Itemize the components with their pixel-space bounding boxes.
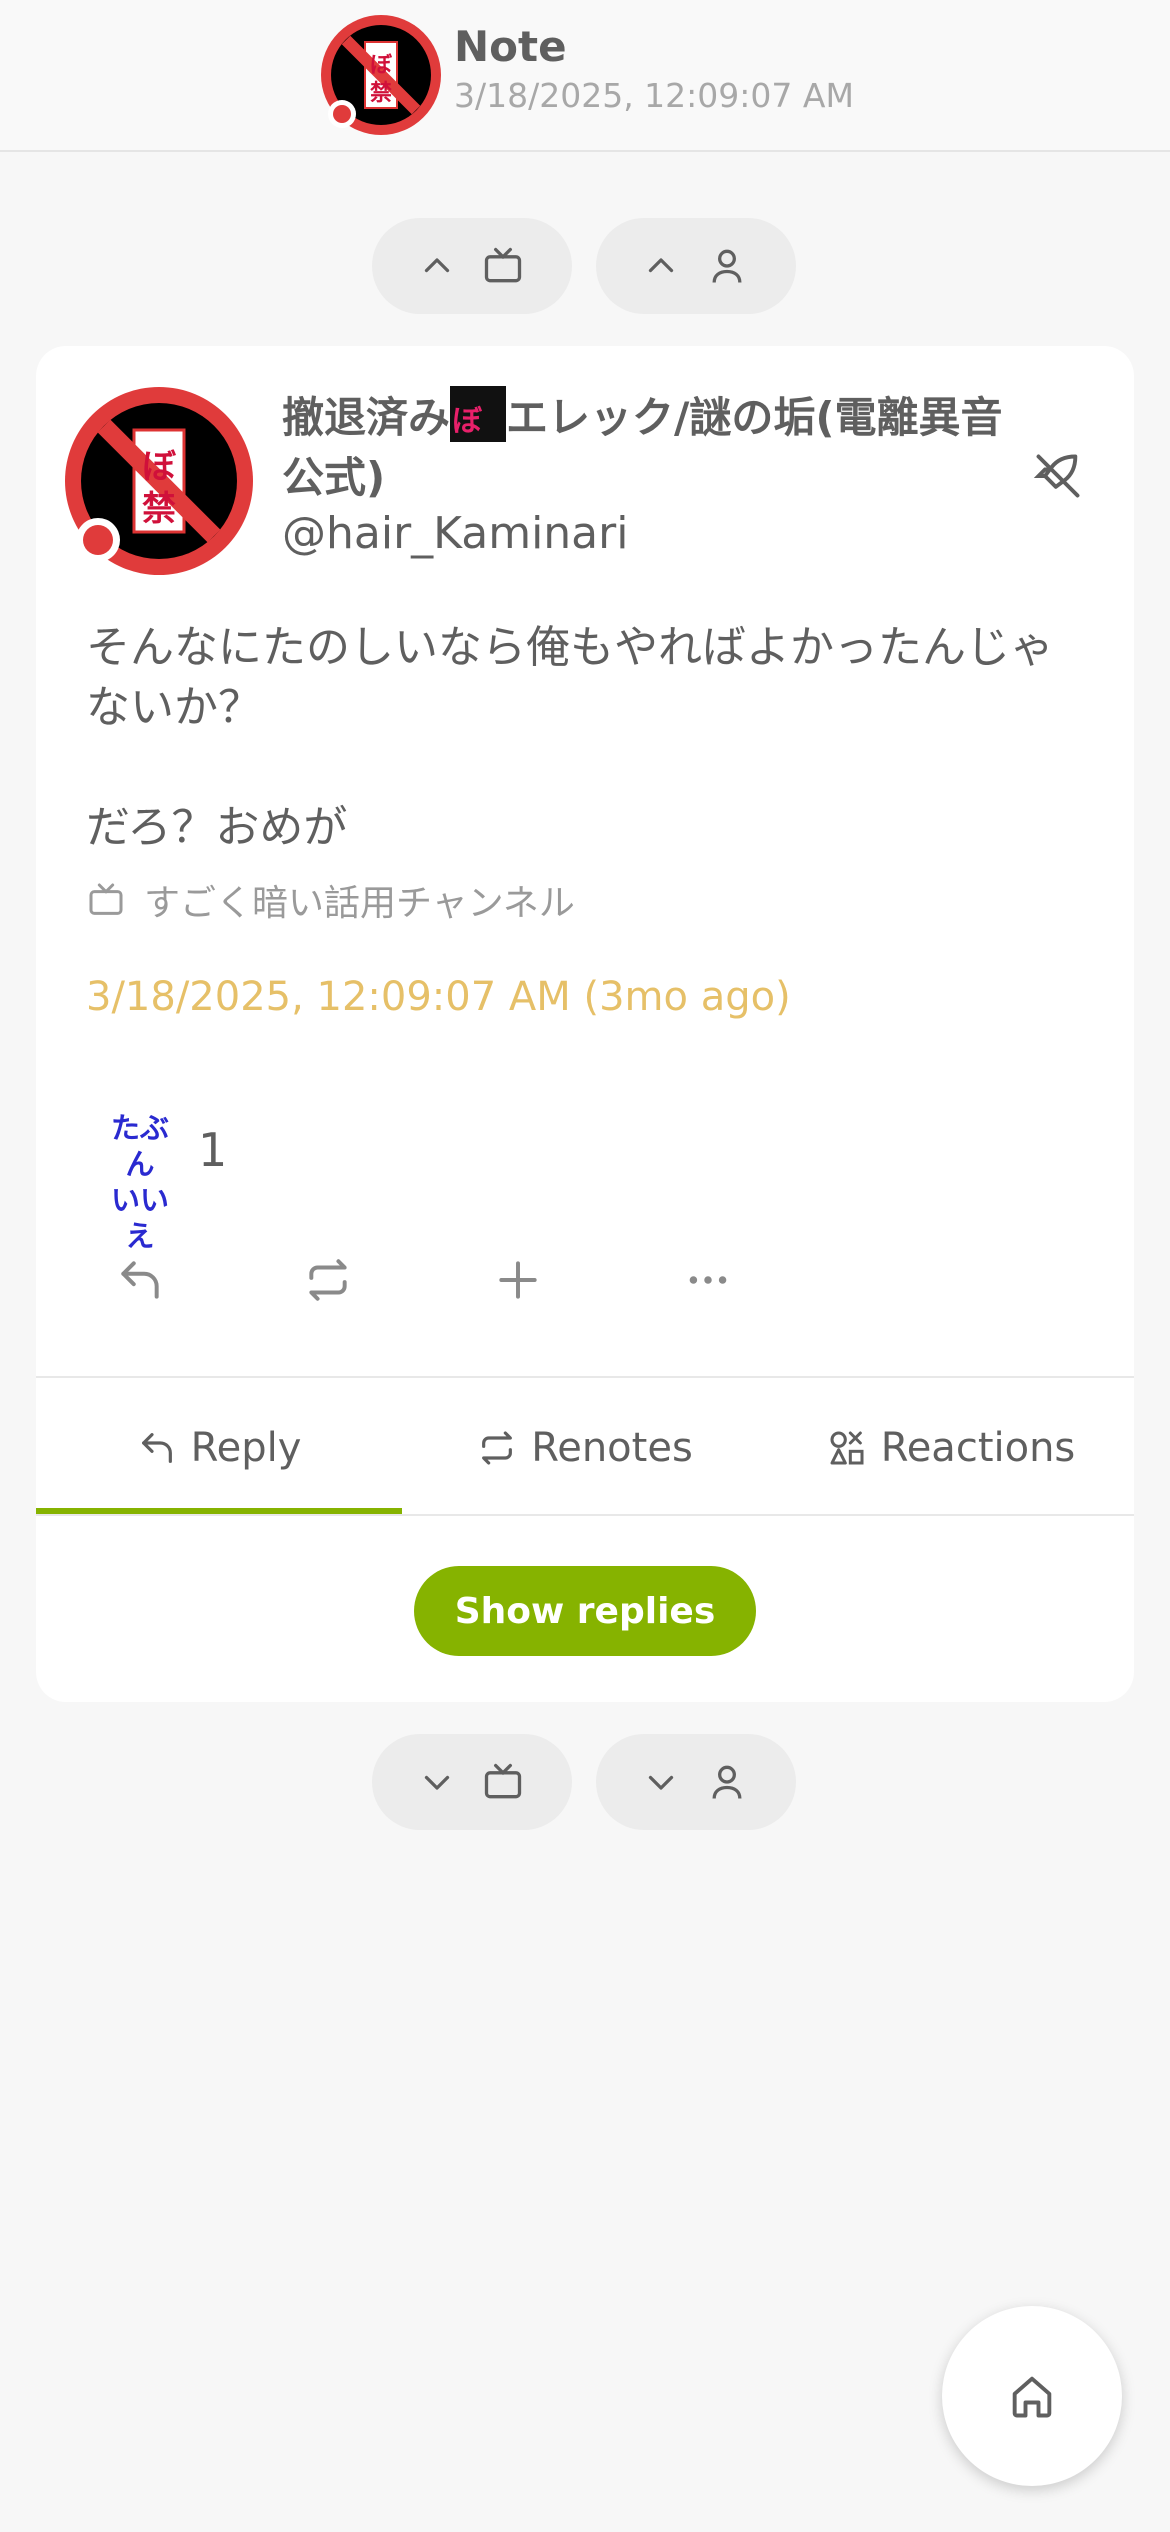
page-title: Note (454, 22, 567, 71)
channel-name: すごく暗い話用チャンネル (144, 883, 575, 924)
page-header: ぼ 禁 Note 3/18/2025, 12:09:07 AM (0, 0, 1170, 152)
more-button[interactable] (668, 1240, 748, 1320)
note-timestamp[interactable]: 3/18/2025, 12:09:07 AM (3mo ago) (86, 974, 791, 1020)
tv-icon (484, 1763, 522, 1799)
author-avatar[interactable]: ぼ 禁 (64, 386, 254, 576)
tv-icon (89, 883, 123, 915)
note-card: ぼ 禁 撤退済みぼ禁エレック/謎の垢(電離異音公式) @hair_Kaminar… (36, 346, 1134, 1702)
reply-icon (141, 1433, 172, 1463)
shapes-icon (830, 1431, 864, 1465)
reply-icon (121, 1261, 159, 1299)
show-replies-button[interactable]: Show replies (414, 1566, 756, 1656)
add-reaction-button[interactable] (478, 1240, 558, 1320)
divider (36, 1376, 1134, 1378)
tv-icon (484, 247, 522, 283)
tab-renotes-label: Renotes (531, 1425, 693, 1471)
tab-renotes[interactable]: Renotes (402, 1380, 768, 1516)
note-text: そんなにたのしいなら俺もやればよかったんじゃないか？ だろ？おめが (86, 622, 1054, 853)
more-horizontal-icon (689, 1276, 727, 1284)
chevron-up-icon (424, 258, 450, 273)
user-icon (712, 1765, 742, 1799)
author-handle[interactable]: @hair_Kaminari (282, 508, 628, 559)
avatar[interactable]: ぼ 禁 (320, 14, 442, 136)
author-name[interactable]: 撤退済みぼ禁エレック/謎の垢(電離異音公式) (282, 386, 1042, 508)
chevron-down-icon (424, 1775, 450, 1790)
svg-text:禁: 禁 (370, 80, 392, 106)
repeat-icon (482, 1431, 513, 1465)
tab-reply[interactable]: Reply (36, 1380, 402, 1516)
tab-reactions-label: Reactions (880, 1425, 1076, 1471)
home-button[interactable] (942, 2306, 1122, 2486)
tab-reply-label: Reply (190, 1425, 302, 1471)
page-subtitle-date: 3/18/2025, 12:09:07 AM (454, 76, 854, 115)
divider (36, 1514, 1134, 1516)
home-icon (1012, 2376, 1052, 2418)
next-channel-note-button[interactable] (372, 1734, 572, 1830)
reaction-emoji: たぶん いいえ (110, 1111, 169, 1253)
reply-button[interactable] (100, 1240, 180, 1320)
svg-text:禁: 禁 (142, 489, 176, 529)
reaction-count: 1 (198, 1123, 228, 1177)
plus-icon (499, 1261, 537, 1299)
chevron-up-icon (648, 258, 674, 273)
svg-text:ぼ: ぼ (142, 447, 177, 487)
user-icon (712, 249, 742, 283)
rocket-off-icon (1033, 454, 1080, 498)
prev-user-note-button[interactable] (596, 218, 796, 314)
chevron-down-icon (648, 1775, 674, 1790)
author-name-part1: 撤退済み (282, 393, 451, 442)
renote-button[interactable] (288, 1240, 368, 1320)
prev-channel-note-button[interactable] (372, 218, 572, 314)
svg-text:ぼ: ぼ (370, 53, 393, 78)
custom-emoji-icon: ぼ禁 (450, 386, 507, 442)
channel-link[interactable]: すごく暗い話用チャンネル (86, 874, 575, 926)
reaction-button[interactable]: たぶん いいえ 1 (100, 1110, 228, 1253)
next-user-note-button[interactable] (596, 1734, 796, 1830)
tab-reactions[interactable]: Reactions (768, 1380, 1134, 1516)
repeat-icon (309, 1259, 347, 1301)
